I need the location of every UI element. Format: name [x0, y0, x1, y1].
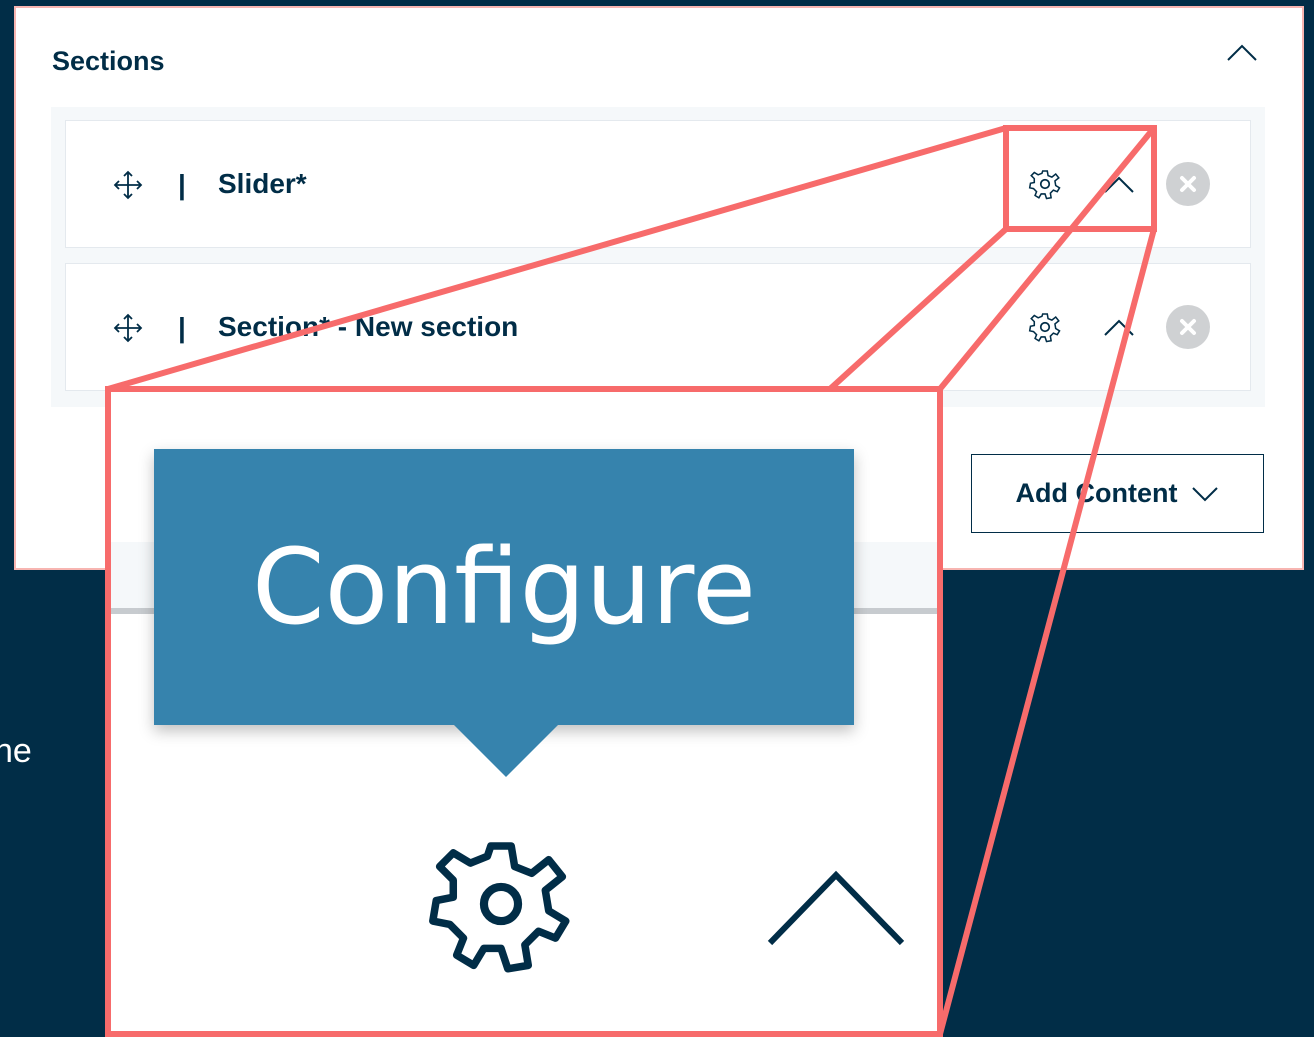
close-circle-icon	[1180, 319, 1196, 335]
zoomed-collapse-button	[763, 859, 909, 955]
gear-icon	[429, 842, 570, 973]
zoomed-configure-button	[426, 829, 576, 979]
section-row-new-section: | Section* - New section	[65, 263, 1251, 391]
row-separator: |	[178, 312, 186, 343]
section-row-slider: | Slider*	[65, 120, 1251, 248]
row-separator: |	[178, 169, 186, 200]
chevron-up-icon	[1104, 319, 1134, 336]
zoom-callout: Configure	[108, 389, 940, 1034]
gear-icon	[1028, 170, 1061, 200]
panel-collapse-button[interactable]	[1222, 34, 1262, 70]
collapse-section-button[interactable]	[1100, 308, 1138, 346]
chevron-up-icon	[1227, 44, 1257, 61]
move-arrows-icon	[113, 170, 143, 200]
remove-section-button[interactable]	[1166, 162, 1210, 206]
drag-handle[interactable]	[112, 312, 144, 344]
configure-tooltip: Configure	[154, 449, 854, 725]
add-content-label: Add Content	[1015, 478, 1178, 508]
chevron-up-icon	[767, 870, 905, 946]
configure-button[interactable]	[1026, 165, 1064, 203]
chevron-down-icon	[1192, 486, 1219, 501]
move-arrows-icon	[113, 313, 143, 343]
remove-section-button[interactable]	[1166, 305, 1210, 349]
background-text: ne	[0, 732, 32, 770]
section-row-label: Slider*	[218, 168, 307, 199]
close-circle-icon	[1180, 176, 1196, 192]
chevron-up-icon	[1104, 176, 1134, 193]
configure-button[interactable]	[1026, 308, 1064, 346]
gear-icon	[1028, 313, 1061, 343]
add-content-button[interactable]: Add Content	[971, 454, 1264, 533]
tooltip-text: Configure	[251, 526, 757, 648]
tooltip-arrow	[454, 725, 558, 777]
collapse-section-button[interactable]	[1100, 165, 1138, 203]
section-row-label: Section* - New section	[218, 311, 519, 342]
drag-handle[interactable]	[112, 169, 144, 201]
panel-title: Sections	[52, 46, 165, 76]
